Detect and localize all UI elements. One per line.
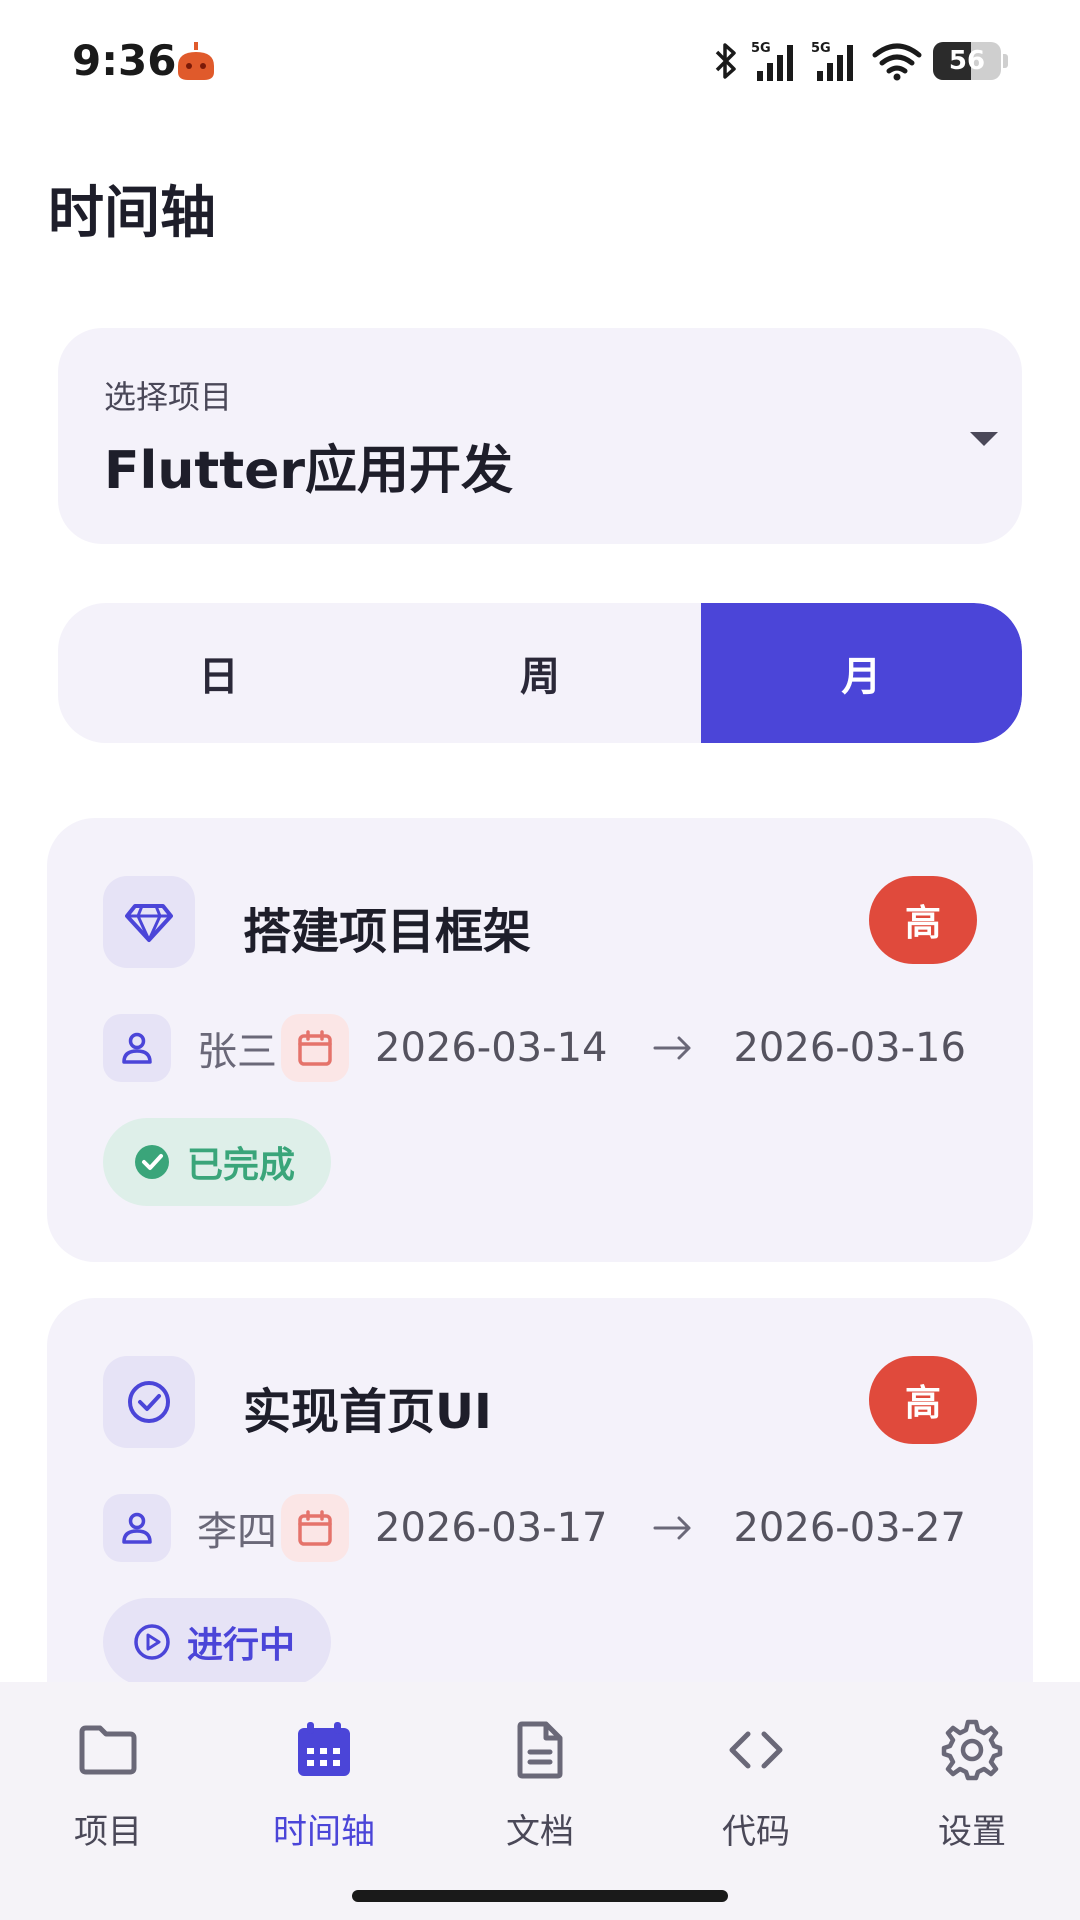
nav-label: 文档	[506, 1812, 574, 1852]
folder-icon	[79, 1725, 137, 1775]
assignee-icon-container	[103, 1014, 171, 1082]
date-icon-container	[281, 1014, 349, 1082]
assignee-name: 张三	[197, 1029, 277, 1075]
end-date: 2026-03-27	[733, 1505, 966, 1551]
view-mode-segmented-control: 日 周 月	[58, 603, 1022, 743]
status-label: 进行中	[187, 1625, 296, 1666]
dropdown-caret-icon	[970, 432, 998, 446]
code-icon	[729, 1731, 783, 1769]
cellular-signal-icon: 5G	[751, 41, 793, 81]
bottom-navigation-bar: 项目 时间轴 文档 代码 设置	[0, 1682, 1080, 1920]
view-mode-day[interactable]: 日	[58, 603, 379, 743]
task-meta-row: 张三 2026-03-14 2026-03-16	[103, 1014, 966, 1082]
page-title: 时间轴	[48, 181, 216, 246]
calendar-icon	[298, 1722, 350, 1776]
task-icon-container	[103, 1356, 195, 1448]
nav-item-projects[interactable]: 项目	[28, 1718, 188, 1868]
view-mode-month[interactable]: 月	[700, 603, 1022, 743]
project-dropdown-label: 选择项目	[104, 378, 233, 416]
assignee-icon-container	[103, 1494, 171, 1562]
nav-item-documents[interactable]: 文档	[460, 1718, 620, 1868]
cellular-signal-icon-2: 5G	[811, 41, 853, 81]
start-date: 2026-03-14	[375, 1025, 608, 1071]
timeline-screen: 9:36 5G 5G 56 时间轴 选择项目 Flutter应用开发 日 周 月…	[0, 0, 1080, 1920]
task-title: 实现首页UI	[243, 1384, 492, 1440]
nav-item-settings[interactable]: 设置	[892, 1718, 1052, 1868]
nav-item-code[interactable]: 代码	[676, 1718, 836, 1868]
battery-level-text: 56	[948, 46, 986, 76]
nav-item-timeline[interactable]: 时间轴	[244, 1718, 404, 1868]
date-icon-container	[281, 1494, 349, 1562]
app-notification-icon	[178, 42, 214, 80]
battery-cap	[1003, 54, 1008, 68]
battery-indicator: 56	[933, 42, 1001, 80]
calendar-icon	[298, 1030, 332, 1066]
task-title: 搭建项目框架	[243, 904, 532, 960]
start-date: 2026-03-17	[375, 1505, 608, 1551]
person-icon	[122, 1032, 152, 1064]
priority-badge: 高	[869, 876, 977, 964]
status-time: 9:36	[72, 36, 177, 85]
status-bar: 9:36 5G 5G 56	[0, 0, 1080, 120]
nav-label: 代码	[722, 1812, 790, 1852]
play-circle-icon	[134, 1624, 170, 1660]
arrow-right-icon	[653, 1036, 691, 1060]
person-icon	[122, 1512, 152, 1544]
status-indicators: 5G 5G 56	[711, 36, 1008, 86]
task-card[interactable]: 搭建项目框架 高 张三 2026-03-14 2026-03-16 已完成	[47, 818, 1033, 1262]
view-mode-week[interactable]: 周	[379, 603, 700, 743]
task-icon-container	[103, 876, 195, 968]
arrow-right-icon	[653, 1516, 691, 1540]
status-chip: 进行中	[103, 1598, 331, 1686]
wifi-icon	[872, 43, 922, 81]
network-type-1: 5G	[751, 41, 771, 56]
check-circle-outline-icon	[128, 1381, 170, 1423]
end-date: 2026-03-16	[733, 1025, 966, 1071]
project-dropdown-value: Flutter应用开发	[104, 441, 513, 501]
nav-label: 设置	[938, 1812, 1006, 1852]
gear-icon	[941, 1719, 1003, 1781]
nav-label: 时间轴	[273, 1812, 375, 1852]
bluetooth-icon	[715, 43, 736, 79]
status-label: 已完成	[187, 1145, 296, 1186]
status-chip: 已完成	[103, 1118, 331, 1206]
document-icon	[517, 1721, 563, 1779]
home-indicator[interactable]	[352, 1890, 728, 1902]
priority-badge: 高	[869, 1356, 977, 1444]
assignee-name: 李四	[197, 1509, 277, 1555]
project-dropdown[interactable]: 选择项目 Flutter应用开发	[58, 328, 1022, 544]
diamond-icon	[125, 904, 173, 942]
task-meta-row: 李四 2026-03-17 2026-03-27	[103, 1494, 966, 1562]
network-type-2: 5G	[811, 41, 831, 56]
calendar-icon	[298, 1510, 332, 1546]
nav-label: 项目	[74, 1812, 142, 1852]
check-circle-icon	[135, 1145, 169, 1179]
